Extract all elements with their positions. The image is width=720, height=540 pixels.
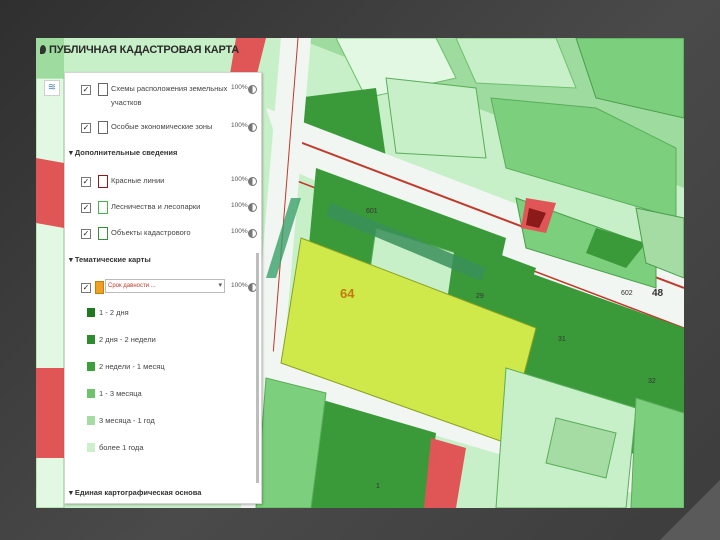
legend-label: 3 месяца - 1 год xyxy=(99,416,155,425)
legend-swatch xyxy=(87,335,95,344)
legend-swatch xyxy=(87,308,95,317)
layers-icon[interactable]: ≋ xyxy=(44,80,60,96)
legend-swatch xyxy=(87,416,95,425)
layer-item[interactable]: ✓ Схемы расположения земельных 100% xyxy=(65,83,261,97)
map-label: 31 xyxy=(558,336,566,343)
section-header[interactable]: ▾ Тематические карты xyxy=(69,255,151,264)
legend-swatch xyxy=(87,389,95,398)
parcel-red[interactable] xyxy=(36,368,64,458)
checkbox-checked-icon[interactable]: ✓ xyxy=(81,123,91,133)
map-label: 602 xyxy=(621,290,633,297)
chevron-down-icon: ▾ xyxy=(218,282,222,289)
legend-swatch xyxy=(87,362,95,371)
layer-swatch-icon xyxy=(98,227,108,240)
parcel[interactable] xyxy=(385,77,487,159)
layer-item[interactable]: ✓ Лесничества и лесопарки 100% xyxy=(65,201,261,215)
layer-label: Особые экономические зоны xyxy=(111,122,213,131)
layer-item-continued: участков xyxy=(65,97,261,111)
opacity-value: 100% xyxy=(231,176,248,183)
legend-label: 2 недели - 1 месяц xyxy=(99,362,165,371)
layer-label: Схемы расположения земельных xyxy=(111,84,228,93)
map-pin-icon xyxy=(40,45,46,54)
parcel[interactable] xyxy=(630,397,684,508)
app-title: ПУБЛИЧНАЯ КАДАСТРОВАЯ КАРТА xyxy=(40,44,239,56)
thematic-select-value: Срок давности ... xyxy=(108,283,156,289)
section-header[interactable]: ▾ Дополнительные сведения xyxy=(69,148,177,157)
layer-swatch-icon xyxy=(98,121,108,134)
layers-panel: ✓ Схемы расположения земельных 100% учас… xyxy=(64,72,262,504)
layer-label: Объекты кадастрового xyxy=(111,228,191,237)
legend-label: 1 - 3 месяца xyxy=(99,389,142,398)
thematic-layer-item[interactable]: ✓ Срок давности ... ▾ 100% xyxy=(65,279,261,295)
section-header[interactable]: ▾ Единая картографическая основа xyxy=(69,488,201,497)
opacity-value: 100% xyxy=(231,122,248,129)
panel-scrollbar[interactable] xyxy=(256,253,259,483)
map-label: 32 xyxy=(648,378,656,385)
layer-swatch-icon xyxy=(98,83,108,96)
opacity-toggle-icon[interactable] xyxy=(248,123,257,132)
layer-label: участков xyxy=(111,98,142,107)
checkbox-checked-icon[interactable]: ✓ xyxy=(81,203,91,213)
app-title-text: ПУБЛИЧНАЯ КАДАСТРОВАЯ КАРТА xyxy=(49,44,240,56)
legend-label: 2 дня - 2 недели xyxy=(99,335,156,344)
opacity-toggle-icon[interactable] xyxy=(248,85,257,94)
opacity-value: 100% xyxy=(231,202,248,209)
map-viewport[interactable]: 48 602 601 31 29 32 1 64 ПУБЛИЧНАЯ КАДАС… xyxy=(36,38,684,508)
legend-label: более 1 года xyxy=(99,443,144,452)
checkbox-checked-icon[interactable]: ✓ xyxy=(81,85,91,95)
highlighted-parcel-number: 64 xyxy=(340,286,355,301)
layer-swatch-icon xyxy=(98,201,108,214)
checkbox-checked-icon[interactable]: ✓ xyxy=(81,177,91,187)
opacity-toggle-icon[interactable] xyxy=(248,229,257,238)
layer-item[interactable]: ✓ Объекты кадастрового 100% xyxy=(65,227,261,241)
layer-item[interactable]: ✓ Особые экономические зоны 100% xyxy=(65,121,261,135)
layer-label: Лесничества и лесопарки xyxy=(111,202,201,211)
thematic-layer-icon xyxy=(95,281,104,294)
thematic-select[interactable]: Срок давности ... ▾ xyxy=(105,279,225,293)
map-label: 48 xyxy=(652,288,664,299)
opacity-value: 100% xyxy=(231,84,248,91)
layer-swatch-icon xyxy=(98,175,108,188)
opacity-toggle-icon[interactable] xyxy=(248,177,257,186)
map-label: 601 xyxy=(366,208,378,215)
legend-swatch xyxy=(87,443,95,452)
map-label: 1 xyxy=(376,483,380,490)
parcel-red[interactable] xyxy=(36,158,64,228)
layer-label: Красные линии xyxy=(111,176,165,185)
opacity-value: 100% xyxy=(231,228,248,235)
opacity-toggle-icon[interactable] xyxy=(248,203,257,212)
layer-item[interactable]: ✓ Красные линии 100% xyxy=(65,175,261,189)
opacity-value: 100% xyxy=(231,282,248,289)
legend-label: 1 - 2 дня xyxy=(99,308,129,317)
checkbox-checked-icon[interactable]: ✓ xyxy=(81,229,91,239)
checkbox-checked-icon[interactable]: ✓ xyxy=(81,283,91,293)
map-label: 29 xyxy=(476,293,484,300)
